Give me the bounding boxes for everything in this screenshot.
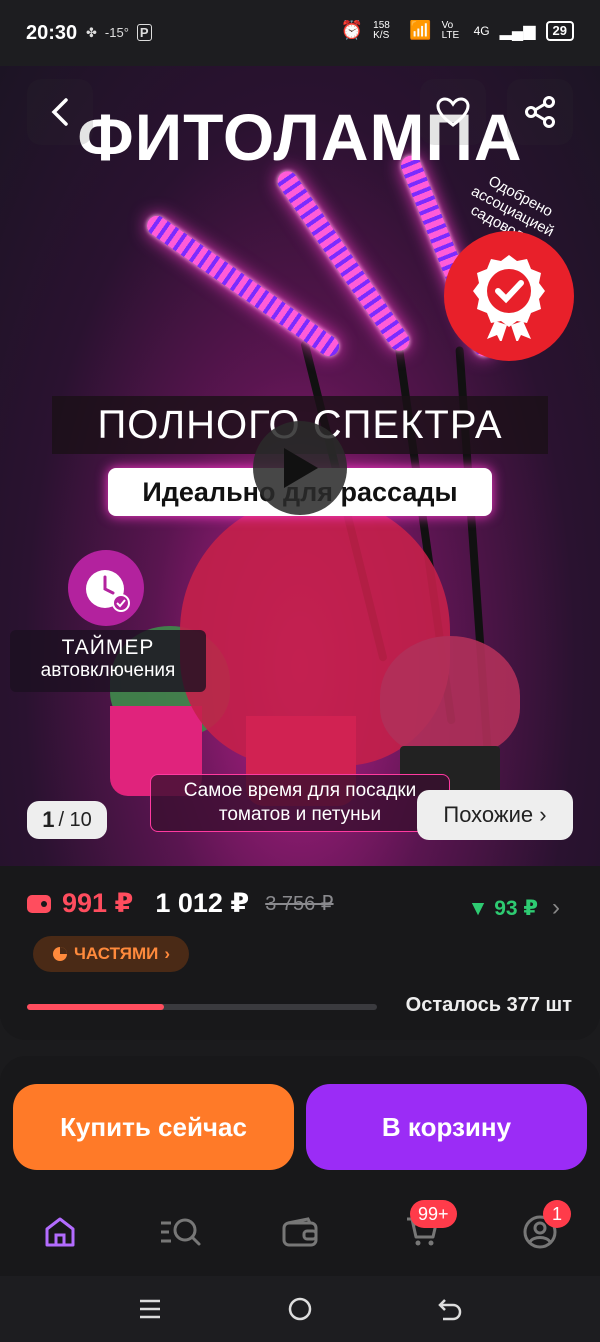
clock-icon [86,570,130,612]
status-left-icons: ✤ -15° P [86,24,152,41]
price-old: 3 756 ₽ [265,893,334,915]
signal-icon: ▂▄▆ [499,22,536,40]
back-nav-button[interactable] [435,1294,465,1324]
system-navigation-bar [0,1276,600,1342]
status-temperature: -15° [104,25,129,40]
approved-badge [444,231,574,361]
gallery-page-current: 1 [42,807,55,832]
cashback-value: ▼ 93 ₽ [467,896,538,920]
stock-progress-fill [27,1004,164,1010]
add-to-cart-button[interactable]: В корзину [306,1084,587,1170]
pay-in-parts-button[interactable]: ЧАСТЯМИ › [33,936,189,972]
pay-in-parts-label: ЧАСТЯМИ [73,944,159,963]
buy-now-button[interactable]: Купить сейчас [13,1084,294,1170]
play-icon [284,448,318,488]
signal-label: 4G [473,23,490,38]
price-with-wallet: 991 ₽ [62,888,134,918]
share-icon [525,96,555,128]
play-video-button[interactable] [253,421,347,515]
similar-products-button[interactable]: Похожие › [417,790,573,840]
gallery-page-total: / 10 [58,808,92,831]
catalog-search-icon [161,1218,201,1246]
circle-icon [288,1297,312,1321]
cart-badge: 99+ [410,1200,457,1228]
price-row: 991 ₽ 1 012 ₽ 3 756 ₽ [26,888,334,919]
back-arrow-icon [438,1299,462,1321]
chevron-left-icon [51,98,68,126]
plant-right [380,636,520,756]
tab-catalog[interactable] [158,1212,204,1252]
timer-badge [68,550,144,626]
home-icon [45,1217,75,1247]
cashback-link[interactable]: ▼ 93 ₽ › [468,894,560,922]
lte-label: Vo LTE [441,19,460,41]
timer-title: ТАЙМЕР [61,636,155,659]
price-regular: 1 012 ₽ [155,888,250,918]
chevron-right-icon: › [164,944,171,963]
gallery-page-counter: 1 / 10 [27,801,107,839]
back-button[interactable] [27,79,93,145]
wallet-icon [27,894,51,913]
app-notification-icon: ✤ [86,24,97,40]
tab-home[interactable] [40,1212,80,1252]
price-card: 991 ₽ 1 012 ₽ 3 756 ₽ ▼ 93 ₽ › ЧАСТЯМИ ›… [0,866,600,1040]
promo-line-2: томатов и петуньи [218,804,382,825]
timer-label: ТАЙМЕР автовключения [10,630,206,692]
recent-apps-button[interactable] [135,1294,165,1324]
pie-chart-icon [52,947,67,961]
wifi-icon: 📶 [409,20,432,40]
stock-progress-bar [27,1004,377,1010]
battery-indicator: 29 [545,20,574,41]
p-icon: P [136,24,152,41]
stock-remaining: Осталось 377 шт [405,994,572,1016]
chevron-right-icon: › [552,894,560,921]
timer-subtitle: автовключения [40,660,176,681]
bottom-tab-bar: 99+ 1 [0,1190,600,1270]
menu-icon [140,1299,160,1319]
net-speed: 158 K/S [373,19,390,41]
award-icon [473,255,545,341]
promo-tomatoes: Самое время для посадки томатов и петунь… [150,774,450,832]
status-bar: 20:30 ✤ -15° P ⏰ 158 K/S 📶 Vo LTE 4G ▂▄▆… [0,0,600,66]
tab-wallet[interactable] [280,1212,320,1252]
profile-badge: 1 [543,1200,571,1228]
share-button[interactable] [507,79,573,145]
favorite-button[interactable] [420,79,486,145]
promo-line-1: Самое время для посадки [183,780,417,801]
alarm-icon: ⏰ [340,20,364,40]
home-nav-button[interactable] [285,1294,315,1324]
wallet-icon [282,1217,318,1247]
heart-icon [436,97,470,127]
status-time: 20:30 [26,22,78,44]
status-right-icons: ⏰ 158 K/S 📶 Vo LTE 4G ▂▄▆ 29 [341,20,574,41]
product-image-gallery[interactable]: ФИТОЛАМПА Одобрено ассоциацией садоводов… [0,66,600,866]
